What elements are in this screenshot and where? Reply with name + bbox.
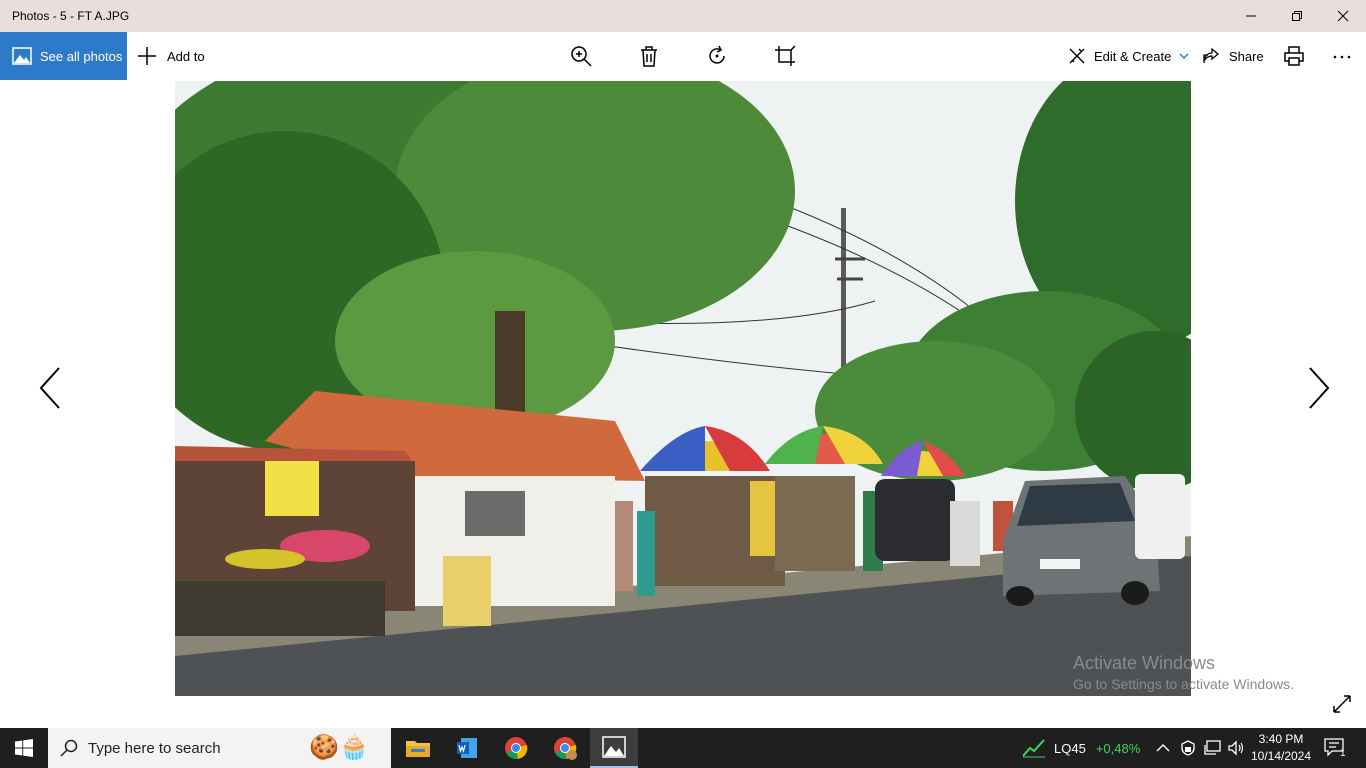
watermark-title: Activate Windows: [1073, 653, 1216, 673]
start-button[interactable]: [0, 728, 48, 768]
trash-icon: [641, 46, 657, 67]
crop-button[interactable]: [773, 44, 797, 68]
folder-icon: [406, 741, 430, 757]
printer-icon: [1284, 46, 1304, 66]
add-to-button[interactable]: Add to: [137, 32, 205, 80]
tray-volume[interactable]: [1228, 728, 1246, 768]
street-market-photo: [175, 81, 1191, 696]
show-hidden-icons-button[interactable]: [1156, 728, 1170, 768]
minimize-icon: [1246, 15, 1256, 17]
crop-icon: [775, 45, 796, 66]
close-button[interactable]: [1320, 0, 1366, 32]
add-to-label: Add to: [167, 48, 205, 64]
share-label: Share: [1229, 48, 1264, 64]
restore-icon: [1292, 11, 1302, 21]
taskbar-word[interactable]: [443, 728, 491, 768]
photos-icon: [12, 47, 32, 65]
more-options-button[interactable]: [1330, 44, 1354, 68]
toolbar: See all photos Add to Edit & Create Shar…: [0, 32, 1366, 80]
taskbar-clock[interactable]: 3:40 PM 10/14/2024: [1248, 731, 1314, 765]
search-placeholder: Type here to search: [88, 739, 221, 757]
close-icon: [1337, 10, 1349, 22]
taskbar-search-box[interactable]: Type here to search 🍪🧁: [48, 728, 391, 768]
title-bar: Photos - 5 - FT A.JPG: [0, 0, 1366, 32]
see-all-photos-button[interactable]: See all photos: [0, 32, 127, 80]
stock-change: +0,48%: [1095, 740, 1141, 756]
chrome-icon: [505, 737, 528, 760]
chevron-left-icon: [39, 367, 60, 409]
plus-icon: [138, 47, 156, 65]
rotate-button[interactable]: [705, 44, 729, 68]
minimize-button[interactable]: [1228, 0, 1274, 32]
expand-icon: [1333, 695, 1351, 713]
chrome-profile-icon: [554, 737, 577, 760]
taskbar-chrome[interactable]: [492, 728, 540, 768]
search-highlight-icon: 🍪🧁: [309, 734, 369, 761]
edit-create-button[interactable]: Edit & Create: [1068, 32, 1189, 80]
delete-button[interactable]: [637, 44, 661, 68]
taskbar-file-explorer[interactable]: [394, 728, 442, 768]
zoom-in-icon: [571, 46, 592, 67]
stock-widget[interactable]: LQ45 +0,48%: [1022, 728, 1140, 768]
restore-button[interactable]: [1274, 0, 1320, 32]
photo-viewer-image: [175, 81, 1191, 696]
clock-time: 3:40 PM: [1258, 732, 1304, 746]
zoom-button[interactable]: [569, 44, 593, 68]
chevron-right-icon: [1309, 367, 1330, 409]
network-icon: [1204, 740, 1221, 755]
security-icon: [1181, 740, 1195, 756]
share-icon: [1203, 47, 1220, 63]
chevron-down-icon: [1179, 53, 1189, 60]
taskbar-chrome-profile[interactable]: [541, 728, 589, 768]
more-icon: [1333, 55, 1351, 59]
windows-logo-icon: [15, 739, 33, 757]
photos-app-icon: [602, 736, 626, 758]
edit-icon: [1069, 48, 1085, 64]
edit-create-label: Edit & Create: [1094, 48, 1172, 64]
fullscreen-button[interactable]: [1332, 694, 1352, 714]
taskbar-photos[interactable]: [590, 728, 638, 768]
next-photo-button[interactable]: [1306, 366, 1330, 410]
tray-network[interactable]: [1204, 728, 1222, 768]
notification-count: 1: [1340, 747, 1346, 759]
activation-watermark: Activate Windows Go to Settings to activ…: [1073, 652, 1294, 694]
speaker-icon: [1228, 740, 1244, 756]
taskbar: Type here to search 🍪🧁 LQ45 +0,48% 3:40 …: [0, 728, 1366, 768]
window-title: Photos - 5 - FT A.JPG: [12, 9, 130, 23]
search-icon: [60, 739, 78, 757]
clock-date: 10/14/2024: [1250, 749, 1312, 763]
tray-security[interactable]: [1180, 728, 1196, 768]
stock-name: LQ45: [1054, 740, 1086, 756]
watermark-subtitle: Go to Settings to activate Windows.: [1073, 676, 1294, 692]
chevron-up-icon: [1156, 744, 1170, 752]
rotate-icon: [709, 45, 725, 64]
see-all-photos-label: See all photos: [40, 48, 123, 64]
word-icon: [457, 738, 477, 758]
stock-chart-icon: [1022, 739, 1045, 758]
share-button[interactable]: Share: [1202, 32, 1264, 80]
action-center-button[interactable]: 1: [1324, 728, 1346, 768]
print-button[interactable]: [1282, 44, 1306, 68]
previous-photo-button[interactable]: [39, 366, 63, 410]
